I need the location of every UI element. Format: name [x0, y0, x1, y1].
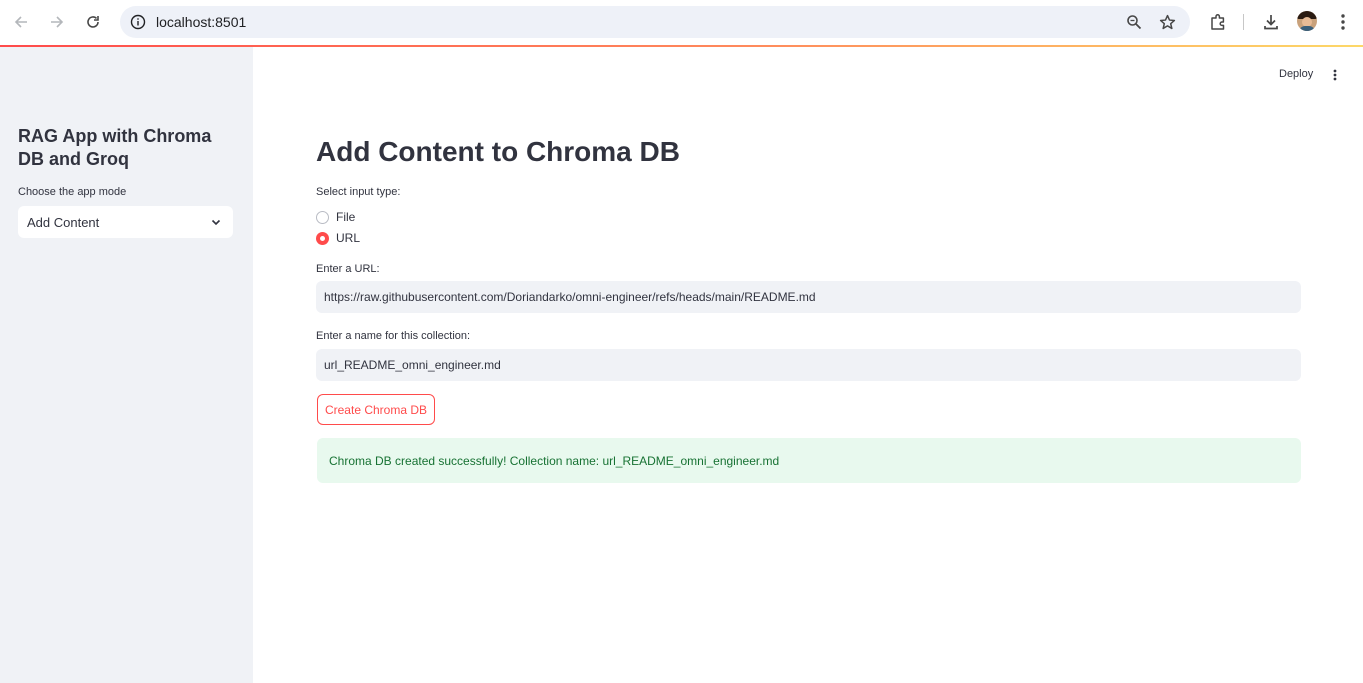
main-menu-icon[interactable] — [1326, 66, 1344, 84]
kebab-menu-icon[interactable] — [1332, 11, 1354, 33]
sidebar: RAG App with Chroma DB and Groq Choose t… — [0, 47, 253, 683]
site-info-icon[interactable] — [128, 12, 148, 32]
radio-option-url[interactable]: URL — [316, 230, 360, 246]
url-input[interactable]: https://raw.githubusercontent.com/Dorian… — [316, 281, 1301, 313]
browser-toolbar: localhost:8501 — [0, 0, 1363, 45]
radio-option-file[interactable]: File — [316, 209, 355, 225]
success-alert: Chroma DB created successfully! Collecti… — [317, 438, 1301, 483]
input-type-label: Select input type: — [316, 186, 401, 198]
address-bar[interactable]: localhost:8501 — [120, 6, 1190, 38]
app-mode-select[interactable]: Add Content — [18, 206, 233, 238]
app-mode-label: Choose the app mode — [18, 186, 127, 198]
collection-name-label: Enter a name for this collection: — [316, 330, 471, 342]
sidebar-title: RAG App with Chroma DB and Groq — [18, 126, 212, 169]
radio-label-url: URL — [336, 231, 361, 245]
zoom-icon[interactable] — [1124, 12, 1144, 32]
reload-icon[interactable] — [79, 8, 107, 36]
radio-label-file: File — [336, 210, 356, 224]
page-title: Add Content to Chroma DB — [316, 136, 680, 167]
chevron-down-icon — [209, 215, 223, 229]
toolbar-divider — [1243, 14, 1244, 30]
profile-avatar[interactable] — [1297, 11, 1317, 31]
bookmark-star-icon[interactable] — [1157, 12, 1177, 32]
collection-name-value: url_README_omni_engineer.md — [324, 358, 501, 372]
app-mode-value: Add Content — [27, 215, 100, 230]
extensions-icon[interactable] — [1207, 11, 1229, 33]
radio-button-file[interactable] — [316, 210, 329, 224]
url-input-value: https://raw.githubusercontent.com/Dorian… — [324, 290, 816, 304]
deploy-button[interactable]: Deploy — [1279, 68, 1313, 80]
back-arrow-icon[interactable] — [7, 8, 35, 36]
success-message: Chroma DB created successfully! Collecti… — [329, 454, 780, 468]
radio-button-url[interactable] — [316, 231, 329, 245]
url-text[interactable]: localhost:8501 — [156, 14, 246, 30]
create-chroma-db-button[interactable]: Create Chroma DB — [317, 394, 435, 425]
url-label: Enter a URL: — [316, 263, 380, 275]
forward-arrow-icon[interactable] — [43, 8, 71, 36]
collection-name-input[interactable]: url_README_omni_engineer.md — [316, 349, 1301, 381]
download-icon[interactable] — [1260, 11, 1282, 33]
